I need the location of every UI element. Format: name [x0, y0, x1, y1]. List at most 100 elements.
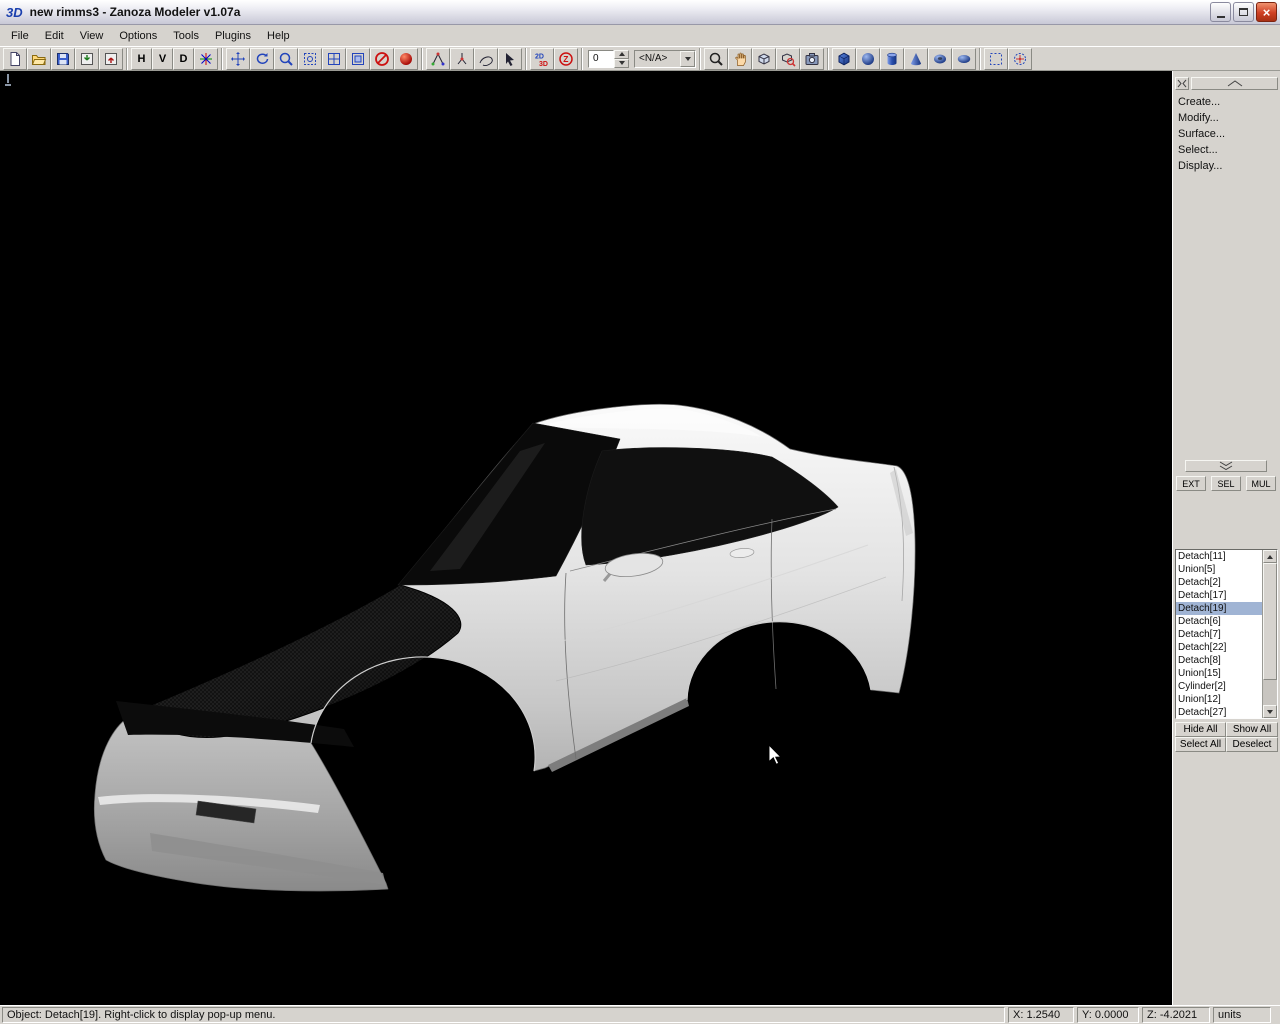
pivot-gizmo-button[interactable] [1008, 48, 1032, 70]
object-list-item[interactable]: Union[5] [1176, 563, 1262, 576]
save-file-button[interactable] [51, 48, 75, 70]
close-button[interactable]: × [1256, 2, 1277, 22]
zoom-extents-icon [302, 51, 318, 67]
magnify-tool-button[interactable] [704, 48, 728, 70]
object-list-item[interactable]: Detach[6] [1176, 615, 1262, 628]
open-file-button[interactable] [27, 48, 51, 70]
toolbar-separator [581, 48, 583, 70]
selection-frame-button[interactable] [984, 48, 1008, 70]
dropdown-arrow-button[interactable] [680, 51, 695, 67]
car-model[interactable] [0, 71, 1172, 1005]
disable-redraw-button[interactable] [370, 48, 394, 70]
panel-menu-modify[interactable]: Modify... [1175, 110, 1277, 126]
new-file-button[interactable] [3, 48, 27, 70]
object-list-item[interactable]: Detach[2] [1176, 576, 1262, 589]
primitive-torus-button[interactable] [928, 48, 952, 70]
object-list-item[interactable]: Detach[22] [1176, 641, 1262, 654]
primitive-cylinder-button[interactable] [880, 48, 904, 70]
object-list-item[interactable]: Detach[17] [1176, 589, 1262, 602]
snapshot-tool-button[interactable] [800, 48, 824, 70]
select-single-button[interactable] [498, 48, 522, 70]
toggle-h-button[interactable]: H [131, 48, 152, 70]
object-list-item[interactable]: Cylinder[2] [1176, 680, 1262, 693]
primitive-sphere-button[interactable] [856, 48, 880, 70]
panel-expand-button[interactable] [1185, 460, 1267, 472]
object-list-item[interactable]: Detach[19] [1176, 602, 1262, 615]
mode-mul-button[interactable]: MUL [1246, 476, 1276, 491]
pan-hand-tool-button[interactable] [728, 48, 752, 70]
primitive-box-button[interactable] [832, 48, 856, 70]
scroll-down-button[interactable] [1263, 705, 1277, 718]
menu-item-edit[interactable]: Edit [37, 27, 72, 45]
primitive-disc-button[interactable] [952, 48, 976, 70]
object-list-item[interactable]: Detach[11] [1176, 550, 1262, 563]
toggle-d-button[interactable]: D [173, 48, 194, 70]
pan-view-button[interactable] [226, 48, 250, 70]
object-list[interactable]: Detach[11]Union[5]Detach[2]Detach[17]Det… [1175, 549, 1278, 719]
mode-ext-button[interactable]: EXT [1176, 476, 1206, 491]
panel-menu-surface[interactable]: Surface... [1175, 126, 1277, 142]
viewport-layout-button[interactable] [322, 48, 346, 70]
status-units: units [1213, 1007, 1271, 1023]
maximize-button[interactable] [1233, 2, 1254, 22]
z-axis-lock-button[interactable]: Z [554, 48, 578, 70]
zoom-extents-button[interactable] [298, 48, 322, 70]
mouse-cursor [768, 744, 784, 769]
menu-item-options[interactable]: Options [111, 27, 165, 45]
spinner-up-button[interactable] [614, 50, 629, 59]
deselect-button[interactable]: Deselect [1226, 737, 1278, 752]
export-file-button[interactable] [99, 48, 123, 70]
axes-colored-button[interactable] [194, 48, 218, 70]
toggle-v-button[interactable]: V [152, 48, 173, 70]
chevron-up-icon [619, 52, 625, 56]
material-editor-button[interactable] [394, 48, 418, 70]
zoom-view-button[interactable] [274, 48, 298, 70]
object-list-item[interactable]: Detach[7] [1176, 628, 1262, 641]
scrollbar-thumb[interactable] [1263, 563, 1277, 680]
viewport-maximize-button[interactable] [346, 48, 370, 70]
na-dropdown[interactable]: <N/A> [634, 50, 696, 68]
status-y-coordinate: Y: 0.0000 [1077, 1007, 1139, 1023]
minimize-button[interactable] [1210, 2, 1231, 22]
select-lasso-button[interactable] [474, 48, 498, 70]
object-mode-tool-button[interactable] [752, 48, 776, 70]
maximize-icon [1239, 8, 1248, 16]
object-list-item[interactable]: Detach[27] [1176, 706, 1262, 718]
panel-menu-create[interactable]: Create... [1175, 94, 1277, 110]
object-list-item[interactable]: Union[15] [1176, 667, 1262, 680]
snapshot-tool-icon [804, 51, 820, 67]
primitive-disc-icon [956, 51, 972, 67]
select-all-button[interactable]: Select All [1175, 737, 1226, 752]
object-list-scrollbar[interactable] [1262, 550, 1277, 718]
object-list-item[interactable]: Detach[8] [1176, 654, 1262, 667]
panel-menu-select[interactable]: Select... [1175, 142, 1277, 158]
menu-item-view[interactable]: View [72, 27, 112, 45]
mode-sel-button[interactable]: SEL [1211, 476, 1241, 491]
menu-item-plugins[interactable]: Plugins [207, 27, 259, 45]
primitive-cone-button[interactable] [904, 48, 928, 70]
show-all-button[interactable]: Show All [1226, 722, 1278, 737]
hide-all-button[interactable]: Hide All [1175, 722, 1226, 737]
import-file-button[interactable] [75, 48, 99, 70]
new-file-icon [7, 51, 23, 67]
panel-detach-button[interactable] [1175, 77, 1189, 90]
viewport-3d[interactable] [0, 71, 1172, 1005]
object-list-item[interactable]: Union[12] [1176, 693, 1262, 706]
svg-text:2D: 2D [535, 53, 544, 60]
panel-menu-display[interactable]: Display... [1175, 158, 1277, 174]
viewport-label-icon [3, 73, 13, 90]
panel-collapse-button[interactable] [1191, 77, 1278, 90]
spinner-down-button[interactable] [614, 59, 629, 68]
primitive-torus-icon [932, 51, 948, 67]
menu-item-file[interactable]: File [3, 27, 37, 45]
select-circle-button[interactable] [450, 48, 474, 70]
rotate-view-button[interactable] [250, 48, 274, 70]
scroll-up-button[interactable] [1263, 550, 1277, 563]
toolbar-separator [525, 48, 527, 70]
spinner-field[interactable]: 0 [588, 50, 614, 68]
menu-item-help[interactable]: Help [259, 27, 298, 45]
menu-item-tools[interactable]: Tools [165, 27, 207, 45]
mode-2d3d-button[interactable]: 2D3D [530, 48, 554, 70]
select-quad-button[interactable] [426, 48, 450, 70]
zoom-object-tool-button[interactable] [776, 48, 800, 70]
